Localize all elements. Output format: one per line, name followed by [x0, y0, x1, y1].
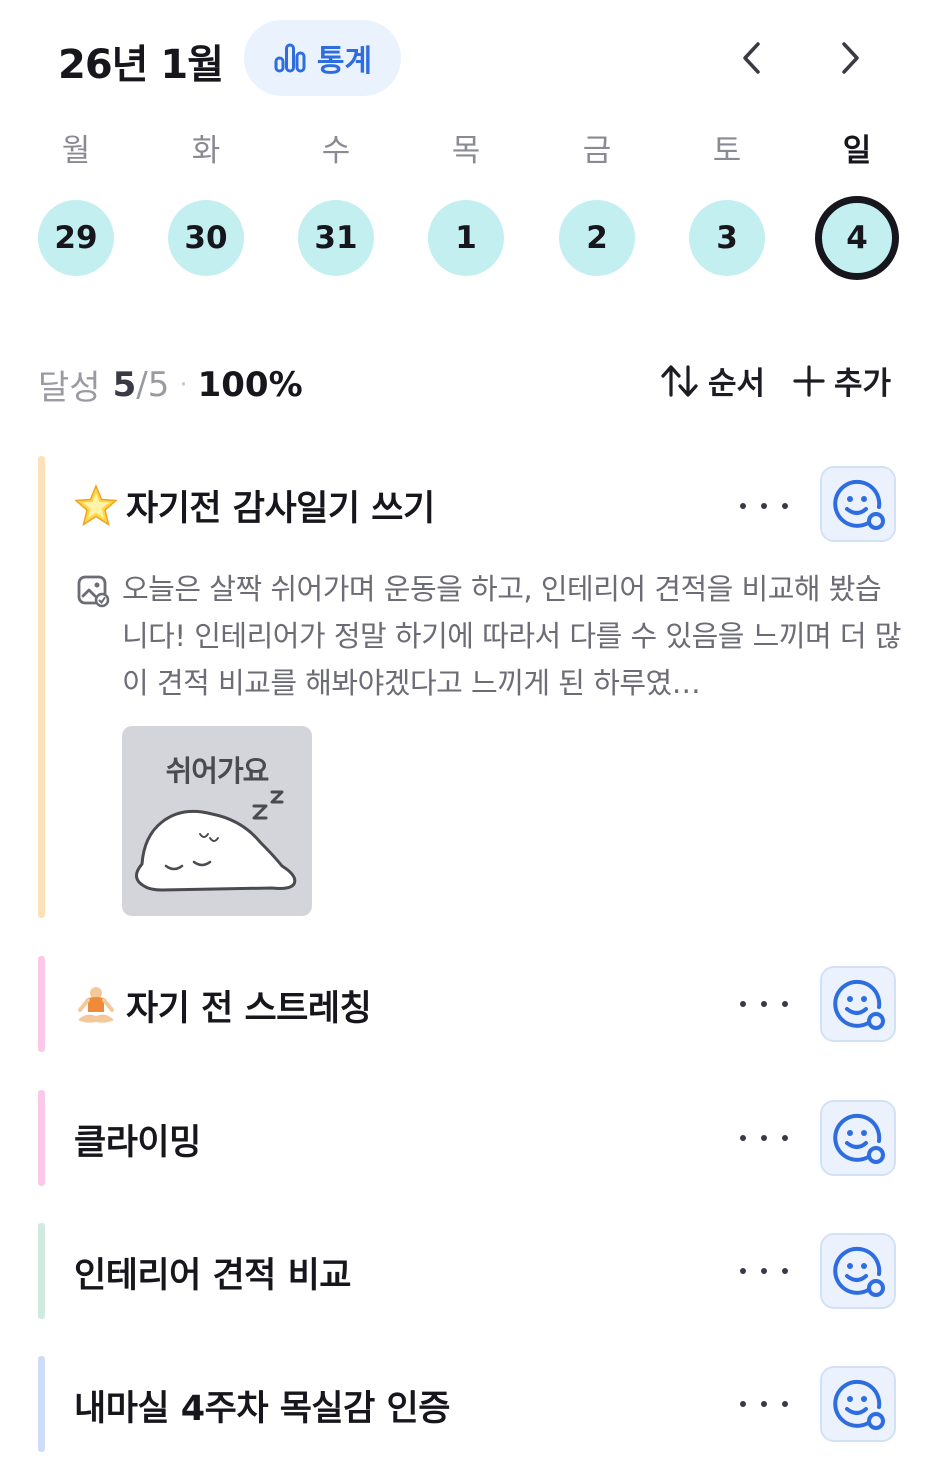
memo-image-icon	[77, 575, 110, 608]
day-label: 일	[842, 133, 872, 169]
order-label: 순서	[708, 366, 766, 402]
day-sun-selected[interactable]: 일 4	[807, 126, 907, 286]
more-options-button[interactable]	[740, 496, 788, 516]
meditation-icon	[74, 984, 118, 1028]
day-date[interactable]: 31	[298, 200, 374, 276]
mood-button[interactable]	[820, 1100, 896, 1176]
habit-item[interactable]: 인테리어 견적 비교	[38, 1223, 898, 1319]
sleeping-blob-icon	[135, 790, 297, 892]
habit-title: 내마실 4주차 목실감 인증	[74, 1389, 450, 1429]
day-sat[interactable]: 토 3	[677, 126, 777, 286]
done-count: 5	[112, 364, 137, 405]
achievement-summary: 달성 5/5 · 100%	[38, 360, 303, 409]
mood-button[interactable]	[820, 466, 896, 542]
add-button[interactable]: 추가	[792, 358, 891, 403]
habit-title-row: 인테리어 견적 비교	[74, 1247, 351, 1298]
stats-label: 통계	[316, 44, 373, 79]
habit-color-bar	[38, 956, 45, 1052]
habit-title: 인테리어 견적 비교	[74, 1256, 351, 1296]
smiley-add-icon	[833, 1379, 885, 1430]
habit-title-row: 클라이밍	[74, 1114, 201, 1165]
achievement-label: 달성	[38, 368, 101, 408]
month-title[interactable]: 26년 1월	[58, 32, 224, 90]
sort-icon	[661, 364, 698, 397]
day-thu[interactable]: 목 1	[416, 126, 516, 286]
smiley-add-icon	[833, 979, 885, 1030]
mood-button[interactable]	[820, 1366, 896, 1442]
add-label: 추가	[834, 366, 892, 402]
day-label: 금	[582, 133, 612, 169]
habit-title: 자기 전 스트레칭	[126, 989, 372, 1029]
habit-color-bar	[38, 1356, 45, 1452]
day-date[interactable]: 1	[428, 200, 504, 276]
achievement-count: 5/5	[113, 365, 170, 405]
order-button[interactable]: 순서	[660, 358, 765, 403]
habit-title-row: 자기전 감사일기 쓰기	[74, 480, 435, 531]
day-fri[interactable]: 금 2	[547, 126, 647, 286]
day-label: 토	[712, 133, 742, 169]
habit-item[interactable]: 자기 전 스트레칭	[38, 956, 898, 1052]
bar-chart-icon	[274, 43, 306, 73]
habit-color-bar	[38, 1090, 45, 1186]
day-label: 월	[61, 133, 91, 169]
habit-title: 클라이밍	[74, 1123, 201, 1163]
chevron-left-icon	[743, 42, 760, 74]
more-options-button[interactable]	[740, 1394, 788, 1414]
more-options-button[interactable]	[740, 994, 788, 1014]
rest-sticker-image[interactable]: 쉬어가요	[122, 726, 312, 916]
mood-button[interactable]	[820, 1233, 896, 1309]
memo-text: 오늘은 살짝 쉬어가며 운동을 하고, 인테리어 견적을 비교해 봤습니다! 인…	[122, 572, 902, 700]
habit-item[interactable]: 자기전 감사일기 쓰기 오늘은 살짝 쉬어가며 운동을 하고, 인테리어 견적을…	[38, 456, 902, 918]
day-date[interactable]: 3	[689, 200, 765, 276]
habit-color-bar	[38, 456, 45, 918]
habit-title: 자기전 감사일기 쓰기	[126, 489, 435, 529]
total-count: /5	[136, 364, 170, 405]
smiley-add-icon	[833, 1113, 885, 1164]
habit-title-row: 내마실 4주차 목실감 인증	[74, 1380, 450, 1431]
more-options-button[interactable]	[740, 1128, 788, 1148]
smiley-add-icon	[833, 479, 885, 530]
day-mon[interactable]: 월 29	[26, 126, 126, 286]
day-wed[interactable]: 수 31	[286, 126, 386, 286]
more-options-button[interactable]	[740, 1261, 788, 1281]
header: 26년 1월 통계	[0, 0, 934, 120]
week-strip: 월 29 화 30 수 31 목 1 금 2 토 3 일 4	[0, 126, 934, 286]
achievement-percent: 100%	[197, 364, 303, 405]
mood-button[interactable]	[820, 966, 896, 1042]
habit-color-bar	[38, 1223, 45, 1319]
day-date[interactable]: 30	[168, 200, 244, 276]
day-date[interactable]: 29	[38, 200, 114, 276]
day-date[interactable]: 2	[559, 200, 635, 276]
plus-icon	[793, 364, 825, 397]
day-date-selected[interactable]: 4	[815, 196, 899, 280]
day-label: 목	[451, 133, 481, 169]
separator: ·	[179, 369, 188, 400]
next-week-button[interactable]	[828, 34, 872, 82]
habit-title-row: 자기 전 스트레칭	[74, 980, 372, 1031]
prev-week-button[interactable]	[730, 34, 774, 82]
chevron-right-icon	[842, 42, 859, 74]
habit-item[interactable]: 클라이밍	[38, 1090, 898, 1186]
day-label: 수	[321, 133, 351, 169]
smiley-add-icon	[833, 1246, 885, 1297]
day-label: 화	[191, 133, 221, 169]
day-tue[interactable]: 화 30	[156, 126, 256, 286]
star-icon	[74, 483, 118, 528]
stats-button[interactable]: 통계	[244, 20, 401, 96]
habit-item[interactable]: 내마실 4주차 목실감 인증	[38, 1356, 898, 1452]
